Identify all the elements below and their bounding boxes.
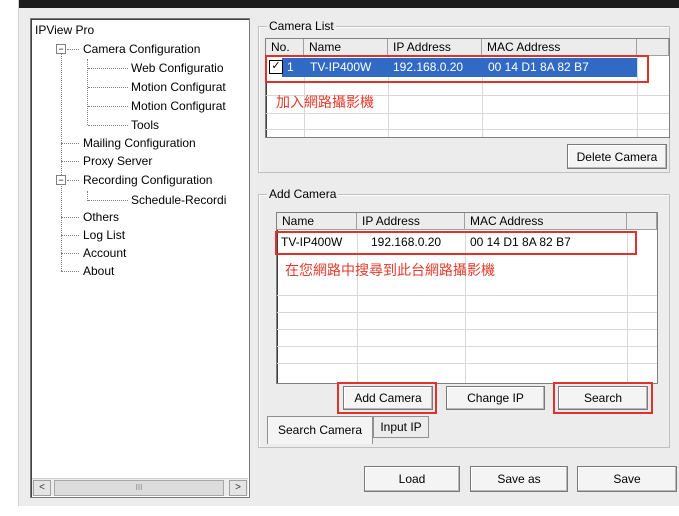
column-header-ip[interactable]: IP Address	[388, 39, 482, 56]
grid-line	[266, 129, 669, 130]
tree-line	[88, 200, 128, 201]
tree-node-camera-configuration[interactable]: Camera Configuration	[83, 41, 200, 57]
scroll-thumb[interactable]: III	[54, 480, 224, 496]
window-top-edge	[0, 0, 679, 8]
window-bottom-edge	[0, 506, 679, 516]
tree-node-mailing-configuration[interactable]: Mailing Configuration	[83, 135, 196, 151]
grid-line	[277, 346, 657, 347]
delete-camera-button[interactable]: Delete Camera	[567, 144, 667, 169]
tree-node-proxy-server[interactable]: Proxy Server	[83, 153, 152, 169]
save-as-button[interactable]: Save as	[470, 466, 568, 492]
column-header-mac[interactable]: MAC Address	[482, 39, 637, 56]
column-header-ip[interactable]: IP Address	[357, 213, 465, 230]
grid-line	[277, 312, 657, 313]
grid-line	[266, 113, 669, 114]
window-left-edge	[0, 0, 19, 516]
grid-line	[277, 329, 657, 330]
tab-input-ip[interactable]: Input IP	[373, 416, 429, 438]
tree-line	[88, 106, 128, 107]
tree-node-log-list[interactable]: Log List	[83, 227, 125, 243]
tree-node-schedule-recording[interactable]: Schedule-Recordi	[131, 192, 226, 208]
collapse-icon[interactable]: −	[56, 44, 66, 54]
tree-node-others[interactable]: Others	[83, 209, 119, 225]
column-header-empty	[627, 213, 657, 230]
tree-line	[67, 49, 79, 50]
tree-line	[67, 180, 79, 181]
tree-line	[61, 271, 79, 272]
column-header-name[interactable]: Name	[277, 213, 357, 230]
tree-node-about[interactable]: About	[83, 263, 114, 279]
tree-node-root[interactable]: IPView Pro	[35, 22, 94, 38]
tree-line	[88, 87, 128, 88]
annotation-highlight-box	[265, 55, 649, 83]
tree-line	[61, 49, 62, 271]
horizontal-scrollbar[interactable]: < III >	[32, 478, 248, 496]
column-header-name[interactable]: Name	[304, 39, 388, 56]
annotation-add-camera: 加入網路攝影機	[276, 94, 374, 110]
annotation-found-camera: 在您網路中搜尋到此台網路攝影機	[285, 262, 495, 278]
tree-node-recording-configuration[interactable]: Recording Configuration	[83, 172, 212, 188]
add-camera-legend: Add Camera	[267, 187, 339, 201]
tree-line	[61, 217, 79, 218]
column-header-empty	[637, 39, 669, 56]
column-header-mac[interactable]: MAC Address	[465, 213, 627, 230]
tab-search-camera[interactable]: Search Camera	[267, 416, 373, 444]
scroll-right-icon[interactable]: >	[229, 480, 247, 496]
tree-node-motion-configuration-2[interactable]: Motion Configurat	[131, 98, 226, 114]
save-button[interactable]: Save	[577, 466, 677, 492]
load-button[interactable]: Load	[364, 466, 460, 492]
camera-list-legend: Camera List	[267, 19, 336, 33]
tree-line	[61, 161, 79, 162]
annotation-highlight-box	[553, 382, 653, 414]
tree-line	[61, 235, 79, 236]
collapse-icon[interactable]: −	[56, 175, 66, 185]
tree-line	[61, 253, 79, 254]
scroll-left-icon[interactable]: <	[33, 480, 51, 496]
tree-line	[61, 143, 79, 144]
tree-node-motion-configuration-1[interactable]: Motion Configurat	[131, 79, 226, 95]
annotation-highlight-box	[337, 382, 437, 414]
change-ip-button[interactable]: Change IP	[446, 386, 545, 410]
annotation-highlight-box	[275, 231, 637, 255]
grid-line	[277, 295, 657, 296]
grid-line	[277, 363, 657, 364]
navigation-tree[interactable]: − − IPView Pro Camera Configuration Web …	[30, 18, 250, 498]
column-header-no[interactable]: No.	[266, 39, 304, 56]
tree-line	[88, 125, 128, 126]
camera-list-table[interactable]: No. Name IP Address MAC Address ✓ 1 TV-I…	[265, 38, 670, 138]
tree-node-account[interactable]: Account	[83, 245, 126, 261]
tree-node-tools[interactable]: Tools	[131, 117, 159, 133]
tree-node-web-configuration[interactable]: Web Configuratio	[131, 60, 224, 76]
tree-line	[88, 68, 128, 69]
